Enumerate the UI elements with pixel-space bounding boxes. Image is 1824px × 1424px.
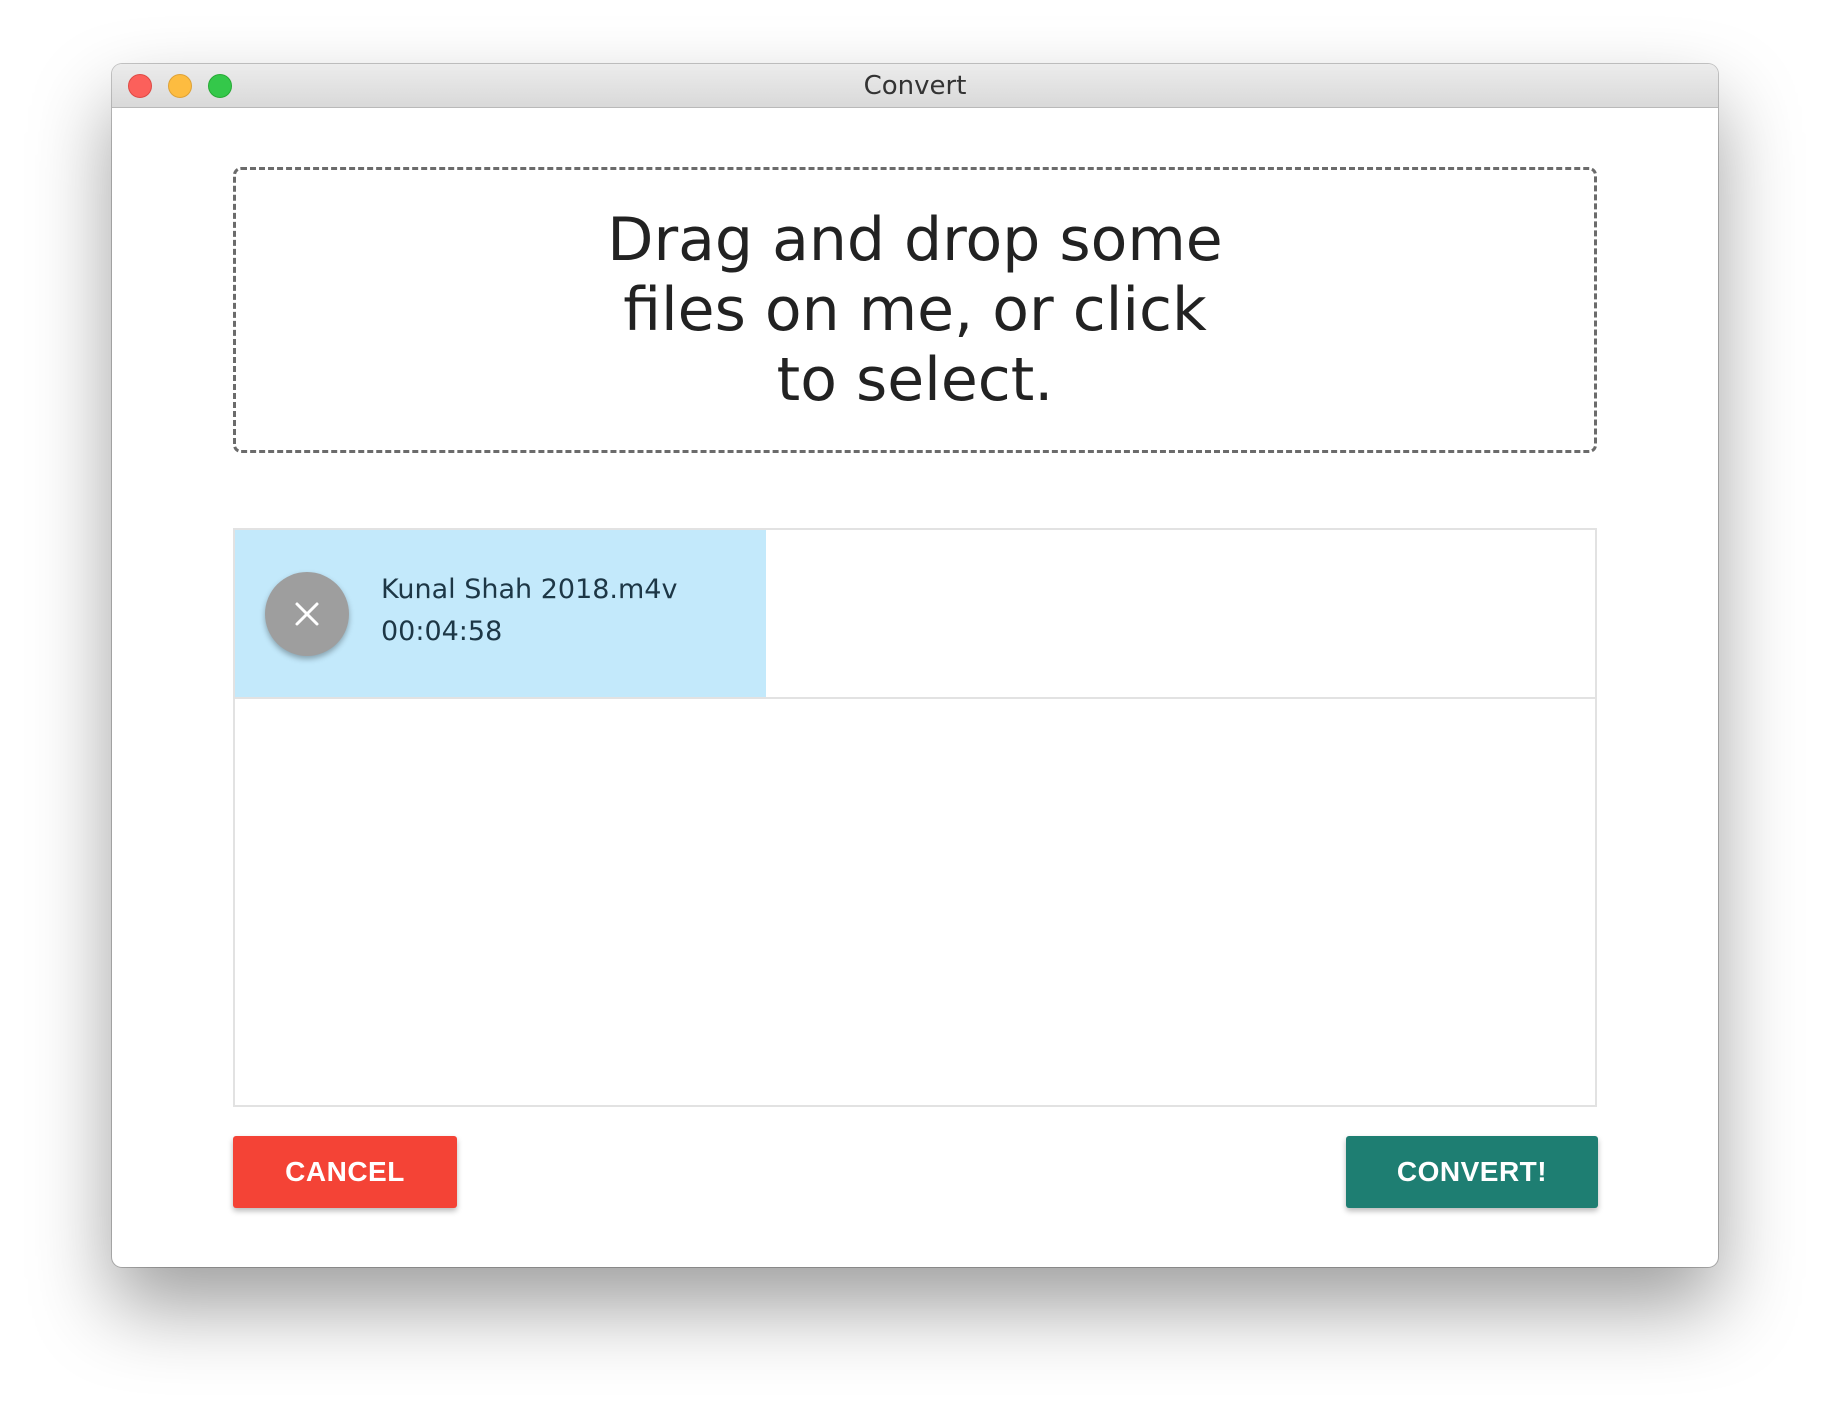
file-item: Kunal Shah 2018.m4v 00:04:58 bbox=[235, 530, 766, 697]
convert-button[interactable]: CONVERT! bbox=[1346, 1136, 1598, 1208]
window-title: Convert bbox=[863, 71, 967, 101]
remove-file-button[interactable] bbox=[265, 572, 349, 656]
file-list: Kunal Shah 2018.m4v 00:04:58 bbox=[233, 528, 1597, 1107]
close-icon bbox=[295, 602, 319, 626]
file-dropzone[interactable]: Drag and drop some files on me, or click… bbox=[233, 167, 1597, 453]
cancel-button[interactable]: CANCEL bbox=[233, 1136, 457, 1208]
dropzone-text: Drag and drop some files on me, or click… bbox=[607, 205, 1223, 415]
file-list-row: Kunal Shah 2018.m4v 00:04:58 bbox=[235, 530, 1595, 699]
app-window: Convert Drag and drop some files on me, … bbox=[112, 64, 1718, 1267]
file-duration: 00:04:58 bbox=[381, 616, 503, 647]
title-bar: Convert bbox=[112, 64, 1718, 108]
file-name: Kunal Shah 2018.m4v bbox=[381, 574, 678, 605]
